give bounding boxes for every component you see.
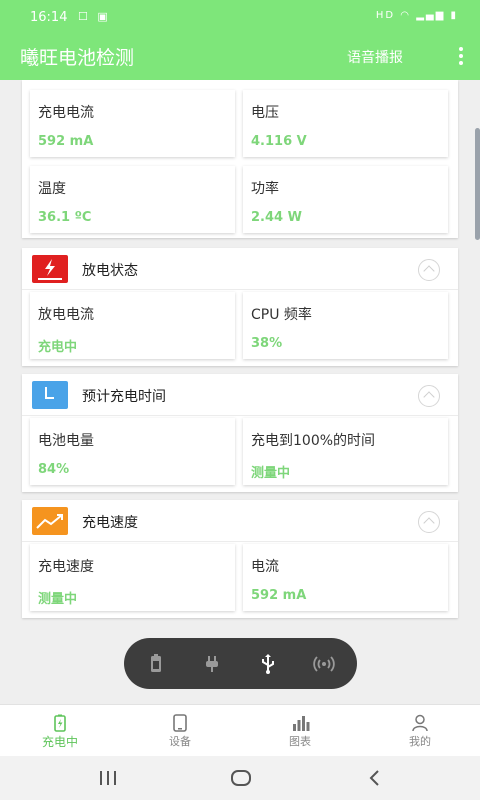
plug-icon[interactable] bbox=[200, 652, 224, 676]
card-title: 预计充电时间 bbox=[82, 389, 166, 405]
profile-tab-icon bbox=[412, 714, 428, 732]
card-title: 充电速度 bbox=[82, 515, 138, 531]
info-cell: 功率 2.44 W bbox=[243, 166, 448, 233]
scrollbar[interactable] bbox=[475, 128, 480, 240]
cell-label: 充电到100%的时间 bbox=[251, 433, 376, 449]
info-cell: 电流 592 mA bbox=[243, 544, 448, 611]
card-header[interactable]: 预计充电时间 bbox=[22, 374, 458, 416]
hd-indicator: HD bbox=[375, 10, 396, 21]
cell-value: 36.1 ºC bbox=[38, 210, 92, 225]
bottom-navigation: 充电中 设备 图表 我的 bbox=[0, 704, 480, 756]
back-icon[interactable] bbox=[366, 768, 382, 788]
charging-info-card: 充电电流 592 mA 电压 4.116 V 温度 36.1 ºC 功率 2.4… bbox=[22, 80, 458, 238]
main-content[interactable]: 充电电流 592 mA 电压 4.116 V 温度 36.1 ºC 功率 2.4… bbox=[0, 80, 480, 704]
cell-label: 充电电流 bbox=[38, 105, 94, 121]
cell-value: 592 mA bbox=[251, 588, 307, 603]
info-cell: 电压 4.116 V bbox=[243, 90, 448, 157]
device-tab-icon bbox=[172, 714, 188, 732]
cell-value: 4.116 V bbox=[251, 134, 307, 149]
cell-label: 充电速度 bbox=[38, 559, 94, 575]
tab-label: 充电中 bbox=[41, 735, 78, 749]
trend-up-icon bbox=[32, 507, 68, 535]
tab-profile[interactable]: 我的 bbox=[360, 705, 480, 757]
tab-charging[interactable]: 充电中 bbox=[0, 705, 120, 757]
more-options-icon[interactable] bbox=[456, 47, 466, 67]
collapse-chevron-icon[interactable] bbox=[418, 511, 440, 533]
tab-label: 我的 bbox=[409, 735, 431, 748]
status-bar: 16:14 ☐ ▣ HD ◠ ▂▄▆ ▮ bbox=[0, 0, 480, 34]
cell-value: 84% bbox=[38, 462, 70, 477]
system-status-icons: HD ◠ ▂▄▆ ▮ bbox=[376, 10, 458, 21]
info-cell: 充电电流 592 mA bbox=[30, 90, 235, 157]
info-cell: 温度 36.1 ºC bbox=[30, 166, 235, 233]
charging-tab-icon bbox=[52, 714, 68, 732]
tab-chart[interactable]: 图表 bbox=[240, 705, 360, 757]
cell-value: 2.44 W bbox=[251, 210, 302, 225]
app-bar: 曦旺电池检测 语音播报 bbox=[0, 34, 480, 80]
recent-apps-icon[interactable] bbox=[98, 768, 118, 788]
cell-label: CPU 频率 bbox=[251, 307, 312, 323]
cell-label: 放电电流 bbox=[38, 307, 94, 323]
estimated-charge-time-card: 预计充电时间 电池电量 84% 充电到100%的时间 测量中 bbox=[22, 374, 458, 492]
info-cell: 放电电流 充电中 bbox=[30, 292, 235, 359]
battery-charging-icon: ▮ bbox=[450, 10, 458, 21]
info-cell: 充电速度 测量中 bbox=[30, 544, 235, 611]
usb-icon[interactable] bbox=[256, 652, 280, 676]
cell-value: 测量中 bbox=[251, 466, 291, 481]
tab-label: 设备 bbox=[169, 735, 191, 748]
cell-label: 功率 bbox=[251, 181, 279, 197]
card-header[interactable]: 充电速度 bbox=[22, 500, 458, 542]
info-cell: CPU 频率 38% bbox=[243, 292, 448, 359]
charging-speed-card: 充电速度 充电速度 测量中 电流 592 mA bbox=[22, 500, 458, 618]
info-cell: 电池电量 84% bbox=[30, 418, 235, 485]
app-title: 曦旺电池检测 bbox=[20, 47, 135, 69]
home-icon[interactable] bbox=[230, 768, 252, 788]
collapse-chevron-icon[interactable] bbox=[418, 385, 440, 407]
tab-label: 图表 bbox=[289, 735, 311, 748]
chart-tab-icon bbox=[292, 714, 310, 732]
signal-icon: ▂▄▆ bbox=[416, 10, 446, 21]
card-title: 放电状态 bbox=[82, 263, 138, 279]
cell-label: 温度 bbox=[38, 181, 66, 197]
wifi-icon: ◠ bbox=[400, 10, 412, 21]
status-time: 16:14 bbox=[30, 10, 68, 25]
card-header[interactable]: 放电状态 bbox=[22, 248, 458, 290]
cell-label: 电池电量 bbox=[38, 433, 94, 449]
charging-mode-selector bbox=[124, 638, 357, 689]
battery-icon[interactable] bbox=[144, 652, 168, 676]
discharge-icon bbox=[32, 255, 68, 283]
cell-value: 测量中 bbox=[38, 592, 78, 607]
notification-icons: ☐ ▣ bbox=[78, 10, 111, 23]
collapse-chevron-icon[interactable] bbox=[418, 259, 440, 281]
cell-label: 电压 bbox=[251, 105, 279, 121]
voice-broadcast-button[interactable]: 语音播报 bbox=[347, 47, 403, 67]
cell-label: 电流 bbox=[251, 559, 279, 575]
info-cell: 充电到100%的时间 测量中 bbox=[243, 418, 448, 485]
cell-value: 38% bbox=[251, 336, 283, 351]
cell-value: 592 mA bbox=[38, 134, 94, 149]
clock-icon bbox=[32, 381, 68, 409]
tab-device[interactable]: 设备 bbox=[120, 705, 240, 757]
discharge-status-card: 放电状态 放电电流 充电中 CPU 频率 38% bbox=[22, 248, 458, 366]
wireless-icon[interactable] bbox=[312, 652, 336, 676]
cell-value: 充电中 bbox=[38, 340, 78, 355]
system-navigation-bar bbox=[0, 756, 480, 800]
